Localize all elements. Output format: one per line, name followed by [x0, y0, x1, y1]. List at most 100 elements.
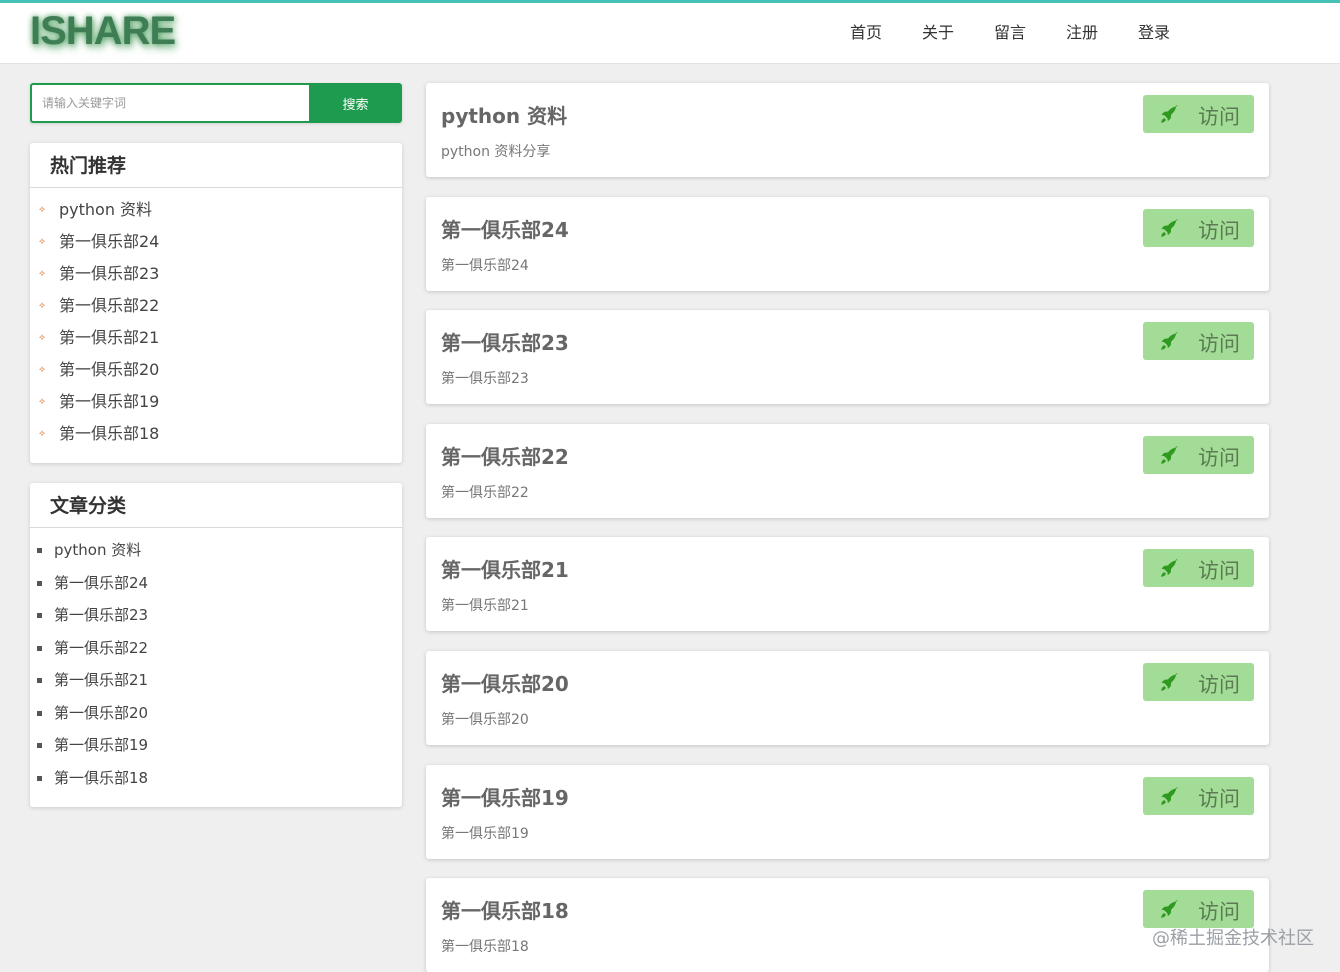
square-bullet-icon — [37, 710, 42, 716]
hot-list-item[interactable]: ⟡ 第一俱乐部19 — [30, 386, 402, 418]
card-description: 第一俱乐部20 — [441, 712, 529, 728]
hot-list-item-label: 第一俱乐部21 — [59, 328, 160, 347]
rocket-icon — [1143, 322, 1193, 360]
card-title[interactable]: 第一俱乐部22 — [441, 441, 569, 470]
visit-button-label: 访问 — [1198, 673, 1240, 697]
article-card: 第一俱乐部21 第一俱乐部21 访问 — [426, 537, 1269, 632]
card-description: 第一俱乐部23 — [441, 371, 529, 388]
visit-button[interactable]: 访问 — [1143, 549, 1254, 588]
diamond-bullet-icon: ⟡ — [39, 397, 45, 407]
hot-list-item[interactable]: ⟡ 第一俱乐部20 — [30, 354, 402, 386]
card-title[interactable]: python 资料 — [441, 100, 567, 129]
category-list-item-label: 第一俱乐部21 — [54, 671, 149, 689]
hot-list-item[interactable]: ⟡ 第一俱乐部24 — [30, 226, 402, 258]
search-button[interactable]: 搜索 — [309, 83, 402, 123]
hot-list-item-label: 第一俱乐部24 — [59, 232, 160, 251]
hot-list-item[interactable]: ⟡ 第一俱乐部23 — [30, 258, 402, 290]
visit-button[interactable]: 访问 — [1143, 435, 1254, 474]
category-list-item[interactable]: 第一俱乐部22 — [30, 632, 402, 665]
rocket-icon — [1143, 95, 1193, 133]
article-card: python 资料 python 资料分享 访问 — [426, 83, 1269, 177]
category-list-item-label: 第一俱乐部18 — [54, 768, 149, 787]
rocket-icon — [1143, 436, 1193, 474]
card-title[interactable]: 第一俱乐部19 — [441, 782, 569, 811]
visit-button[interactable]: 访问 — [1143, 663, 1254, 701]
diamond-bullet-icon: ⟡ — [39, 333, 45, 343]
square-bullet-icon — [37, 743, 42, 748]
square-bullet-icon — [37, 613, 42, 618]
visit-button[interactable]: 访问 — [1143, 95, 1254, 133]
rocket-icon — [1143, 209, 1193, 247]
category-list-item-label: 第一俱乐部20 — [54, 703, 149, 722]
rocket-icon — [1143, 890, 1193, 928]
visit-button-label: 访问 — [1198, 332, 1240, 357]
visit-button-label: 访问 — [1198, 445, 1240, 470]
visit-button-label: 访问 — [1198, 105, 1240, 129]
card-description: 第一俱乐部22 — [441, 484, 529, 501]
hot-list-item[interactable]: ⟡ 第一俱乐部18 — [30, 418, 402, 450]
visit-button-label: 访问 — [1198, 559, 1240, 584]
rocket-icon — [1143, 777, 1193, 815]
visit-button[interactable]: 访问 — [1143, 776, 1254, 815]
hot-recommend-panel: 热门推荐 ⟡ python 资料 ⟡ 第一俱乐部24 ⟡ 第一俱乐部23 ⟡ 第一俱乐部22 ⟡… — [30, 143, 402, 463]
card-description: 第一俱乐部19 — [441, 825, 529, 842]
category-list-item-label: 第一俱乐部24 — [54, 573, 149, 592]
diamond-bullet-icon: ⟡ — [39, 205, 45, 215]
article-card: 第一俱乐部23 第一俱乐部23 访问 — [426, 310, 1269, 405]
rocket-icon — [1143, 549, 1193, 587]
category-title: 文章分类 — [30, 483, 402, 528]
card-title[interactable]: 第一俱乐部20 — [441, 668, 569, 697]
category-list-item[interactable]: 第一俱乐部19 — [30, 729, 402, 762]
diamond-bullet-icon: ⟡ — [39, 237, 45, 247]
card-title[interactable]: 第一俱乐部21 — [441, 554, 569, 583]
nav-message[interactable]: 留言 — [974, 3, 1046, 63]
category-list-item[interactable]: 第一俱乐部24 — [30, 567, 402, 600]
category-list-item-label: 第一俱乐部19 — [54, 736, 149, 754]
rocket-icon — [1143, 663, 1193, 701]
hot-recommend-list: ⟡ python 资料 ⟡ 第一俱乐部24 ⟡ 第一俱乐部23 ⟡ 第一俱乐部22 ⟡ 第一俱乐部… — [30, 188, 402, 450]
category-list-item[interactable]: 第一俱乐部23 — [30, 599, 402, 632]
article-card: 第一俱乐部24 第一俱乐部24 访问 — [426, 196, 1269, 291]
nav-about[interactable]: 关于 — [902, 3, 974, 63]
hot-list-item[interactable]: ⟡ 第一俱乐部21 — [30, 322, 402, 354]
hot-list-item-label: python 资料 — [59, 200, 153, 219]
category-list-item[interactable]: 第一俱乐部18 — [30, 762, 402, 795]
article-card: 第一俱乐部20 第一俱乐部20 访问 — [426, 651, 1269, 745]
hot-list-item[interactable]: ⟡ 第一俱乐部22 — [30, 290, 402, 322]
site-header: ISHARE 首页 关于 留言 注册 登录 — [0, 3, 1340, 64]
card-title[interactable]: 第一俱乐部23 — [441, 327, 569, 356]
nav-home[interactable]: 首页 — [830, 3, 902, 63]
card-title[interactable]: 第一俱乐部24 — [441, 214, 569, 243]
nav-login[interactable]: 登录 — [1118, 3, 1190, 63]
hot-list-item-label: 第一俱乐部19 — [59, 392, 160, 411]
visit-button-label: 访问 — [1198, 218, 1240, 243]
hot-list-item-label: 第一俱乐部18 — [59, 424, 160, 443]
category-list-item-label: python 资料 — [54, 541, 142, 559]
category-list-item[interactable]: 第一俱乐部20 — [30, 697, 402, 730]
hot-list-item[interactable]: ⟡ python 资料 — [30, 194, 402, 226]
category-list-item[interactable]: 第一俱乐部21 — [30, 664, 402, 697]
nav-register[interactable]: 注册 — [1046, 3, 1118, 63]
hot-list-item-label: 第一俱乐部22 — [59, 296, 160, 315]
card-description: 第一俱乐部18 — [441, 939, 529, 956]
visit-button-label: 访问 — [1198, 900, 1240, 925]
article-card: 第一俱乐部19 第一俱乐部19 访问 — [426, 764, 1269, 859]
visit-button[interactable]: 访问 — [1143, 208, 1254, 247]
category-list-item[interactable]: python 资料 — [30, 534, 402, 567]
hot-recommend-title: 热门推荐 — [30, 143, 402, 188]
search-input[interactable] — [30, 83, 309, 123]
card-title[interactable]: 第一俱乐部18 — [441, 895, 569, 924]
card-description: 第一俱乐部24 — [441, 257, 529, 274]
visit-button[interactable]: 访问 — [1143, 890, 1254, 929]
site-logo[interactable]: ISHARE — [30, 9, 176, 54]
visit-button-label: 访问 — [1198, 786, 1240, 811]
hot-list-item-label: 第一俱乐部23 — [59, 264, 160, 283]
category-panel: 文章分类 python 资料 第一俱乐部24 第一俱乐部23 第一俱乐部22 第一俱乐部… — [30, 483, 402, 807]
square-bullet-icon — [37, 548, 42, 553]
visit-button[interactable]: 访问 — [1143, 322, 1254, 361]
category-list-item-label: 第一俱乐部23 — [54, 606, 149, 624]
diamond-bullet-icon: ⟡ — [39, 301, 45, 311]
search-bar: 搜索 — [30, 83, 402, 123]
card-description: python 资料分享 — [441, 144, 551, 160]
square-bullet-icon — [37, 678, 42, 683]
